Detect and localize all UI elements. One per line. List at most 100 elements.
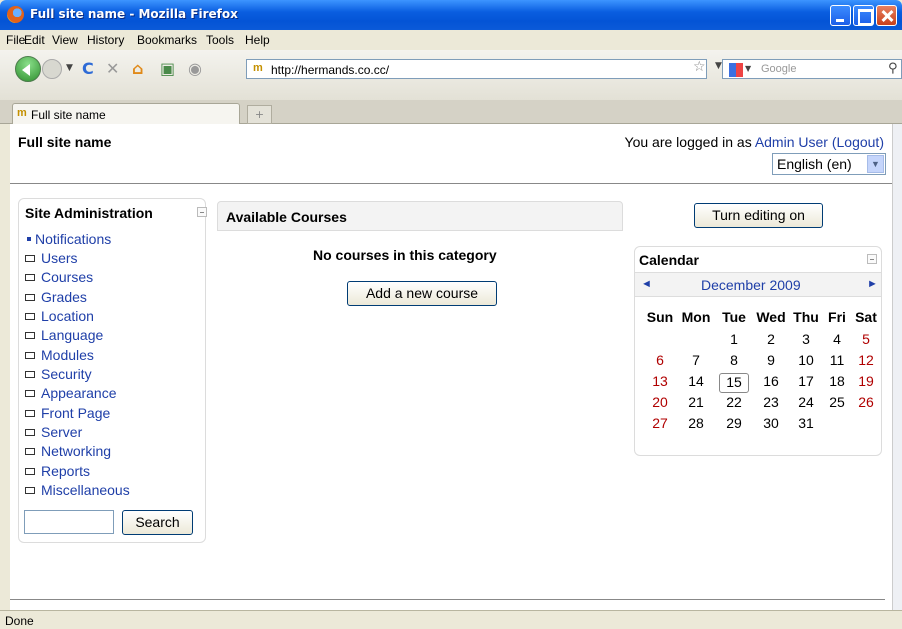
admin-item-label[interactable]: Users xyxy=(41,250,78,266)
calendar-day[interactable]: 31 xyxy=(789,415,823,435)
bookmark-add-icon[interactable]: ▣ xyxy=(160,59,175,78)
home-icon[interactable]: ⌂ xyxy=(132,59,143,78)
calendar-day[interactable]: 26 xyxy=(851,394,881,414)
calendar-day[interactable]: 9 xyxy=(753,352,789,372)
calendar-day[interactable]: 18 xyxy=(823,373,851,393)
collapse-icon[interactable] xyxy=(867,254,877,264)
calendar-day[interactable]: 2 xyxy=(753,331,789,351)
admin-item-label[interactable]: Networking xyxy=(41,443,111,459)
admin-item-label[interactable]: Server xyxy=(41,424,82,440)
calendar-day[interactable]: 5 xyxy=(851,331,881,351)
admin-item-label[interactable]: Grades xyxy=(41,289,87,305)
privacy-icon[interactable]: ◉ xyxy=(188,59,202,78)
admin-item-language[interactable]: Language xyxy=(25,327,103,346)
admin-item-label[interactable]: Language xyxy=(41,327,103,343)
admin-search-input[interactable] xyxy=(24,510,114,534)
admin-item-grades[interactable]: Grades xyxy=(25,289,87,308)
calendar-day[interactable]: 16 xyxy=(753,373,789,393)
calendar-day[interactable]: 19 xyxy=(851,373,881,393)
menu-tools[interactable]: Tools xyxy=(206,33,234,47)
tab-current[interactable]: m Full site name xyxy=(12,103,240,124)
star-icon[interactable]: ☆ xyxy=(693,59,706,75)
admin-item-notifications[interactable]: Notifications xyxy=(25,231,111,250)
admin-item-front-page[interactable]: Front Page xyxy=(25,405,110,424)
calendar-day[interactable]: 10 xyxy=(789,352,823,372)
calendar-day[interactable]: 28 xyxy=(677,415,715,435)
back-button[interactable] xyxy=(15,56,41,82)
minimize-button[interactable] xyxy=(830,5,851,26)
calendar-day[interactable]: 17 xyxy=(789,373,823,393)
admin-item-miscellaneous[interactable]: Miscellaneous xyxy=(25,482,130,501)
calendar-day[interactable]: 21 xyxy=(677,394,715,414)
add-course-button[interactable]: Add a new course xyxy=(347,281,497,306)
calendar-day[interactable]: 27 xyxy=(643,415,677,435)
admin-item-security[interactable]: Security xyxy=(25,366,92,385)
menu-bookmarks[interactable]: Bookmarks xyxy=(137,33,197,47)
admin-item-label[interactable]: Reports xyxy=(41,463,90,479)
history-dropdown-icon[interactable]: ▼ xyxy=(66,63,73,73)
dropdown-icon[interactable]: ▼ xyxy=(715,61,722,71)
calendar-day[interactable]: 24 xyxy=(789,394,823,414)
admin-item-modules[interactable]: Modules xyxy=(25,347,94,366)
language-select[interactable]: English (en) ▼ xyxy=(772,153,886,175)
admin-search-button[interactable]: Search xyxy=(122,510,193,535)
stop-icon[interactable]: ✕ xyxy=(106,59,119,78)
admin-item-label[interactable]: Miscellaneous xyxy=(41,482,130,498)
calendar-day[interactable]: 25 xyxy=(823,394,851,414)
engine-dropdown-icon[interactable]: ▼ xyxy=(745,64,751,73)
new-tab-button[interactable]: + xyxy=(247,105,272,124)
search-icon[interactable]: ⚲ xyxy=(888,61,898,76)
calendar-day[interactable]: 13 xyxy=(643,373,677,393)
calendar-day[interactable]: 6 xyxy=(643,352,677,372)
logout-link[interactable]: (Logout) xyxy=(832,134,884,150)
admin-item-location[interactable]: Location xyxy=(25,308,94,327)
admin-item-server[interactable]: Server xyxy=(25,424,82,443)
menu-view[interactable]: View xyxy=(52,33,78,47)
admin-item-reports[interactable]: Reports xyxy=(25,463,90,482)
collapse-icon[interactable] xyxy=(197,207,207,217)
admin-item-label[interactable]: Notifications xyxy=(35,231,111,247)
turn-editing-on-button[interactable]: Turn editing on xyxy=(694,203,823,228)
maximize-button[interactable] xyxy=(853,5,874,26)
prev-month-icon[interactable]: ◄ xyxy=(641,278,652,290)
address-bar[interactable]: m http://hermands.co.cc/ xyxy=(246,59,707,79)
close-button[interactable] xyxy=(876,5,897,26)
calendar-day[interactable]: 20 xyxy=(643,394,677,414)
tab-label: Full site name xyxy=(31,108,106,122)
user-link[interactable]: Admin User xyxy=(755,134,828,150)
menu-help[interactable]: Help xyxy=(245,33,270,47)
calendar-day[interactable]: 8 xyxy=(715,352,753,372)
calendar-day[interactable]: 30 xyxy=(753,415,789,435)
calendar-day[interactable]: 12 xyxy=(851,352,881,372)
admin-item-networking[interactable]: Networking xyxy=(25,443,111,462)
calendar-day[interactable]: 11 xyxy=(823,352,851,372)
menu-edit[interactable]: Edit xyxy=(24,33,45,47)
calendar-day[interactable]: 29 xyxy=(715,415,753,435)
admin-item-label[interactable]: Courses xyxy=(41,269,93,285)
menu-file[interactable]: File xyxy=(6,33,25,47)
calendar-month[interactable]: December 2009 xyxy=(701,277,801,293)
admin-item-label[interactable]: Modules xyxy=(41,347,94,363)
admin-item-label[interactable]: Front Page xyxy=(41,405,110,421)
admin-item-courses[interactable]: Courses xyxy=(25,269,93,288)
admin-item-label[interactable]: Location xyxy=(41,308,94,324)
chevron-down-icon[interactable]: ▼ xyxy=(867,155,884,173)
calendar-day[interactable]: 3 xyxy=(789,331,823,351)
admin-item-appearance[interactable]: Appearance xyxy=(25,385,117,404)
calendar-day[interactable]: 23 xyxy=(753,394,789,414)
calendar-today[interactable]: 15 xyxy=(719,373,749,393)
vertical-scrollbar[interactable] xyxy=(892,124,902,610)
admin-item-label[interactable]: Security xyxy=(41,366,92,382)
calendar-day[interactable]: 4 xyxy=(823,331,851,351)
search-bar[interactable]: ▼ Google ⚲ xyxy=(722,59,902,79)
admin-item-label[interactable]: Appearance xyxy=(41,385,117,401)
calendar-day[interactable]: 22 xyxy=(715,394,753,414)
calendar-day[interactable]: 1 xyxy=(715,331,753,351)
menu-history[interactable]: History xyxy=(87,33,124,47)
calendar-day[interactable]: 14 xyxy=(677,373,715,393)
admin-item-users[interactable]: Users xyxy=(25,250,78,269)
next-month-icon[interactable]: ► xyxy=(867,278,878,290)
calendar-day[interactable]: 7 xyxy=(677,352,715,372)
reload-icon[interactable]: C xyxy=(82,59,94,78)
forward-button[interactable] xyxy=(42,59,62,79)
